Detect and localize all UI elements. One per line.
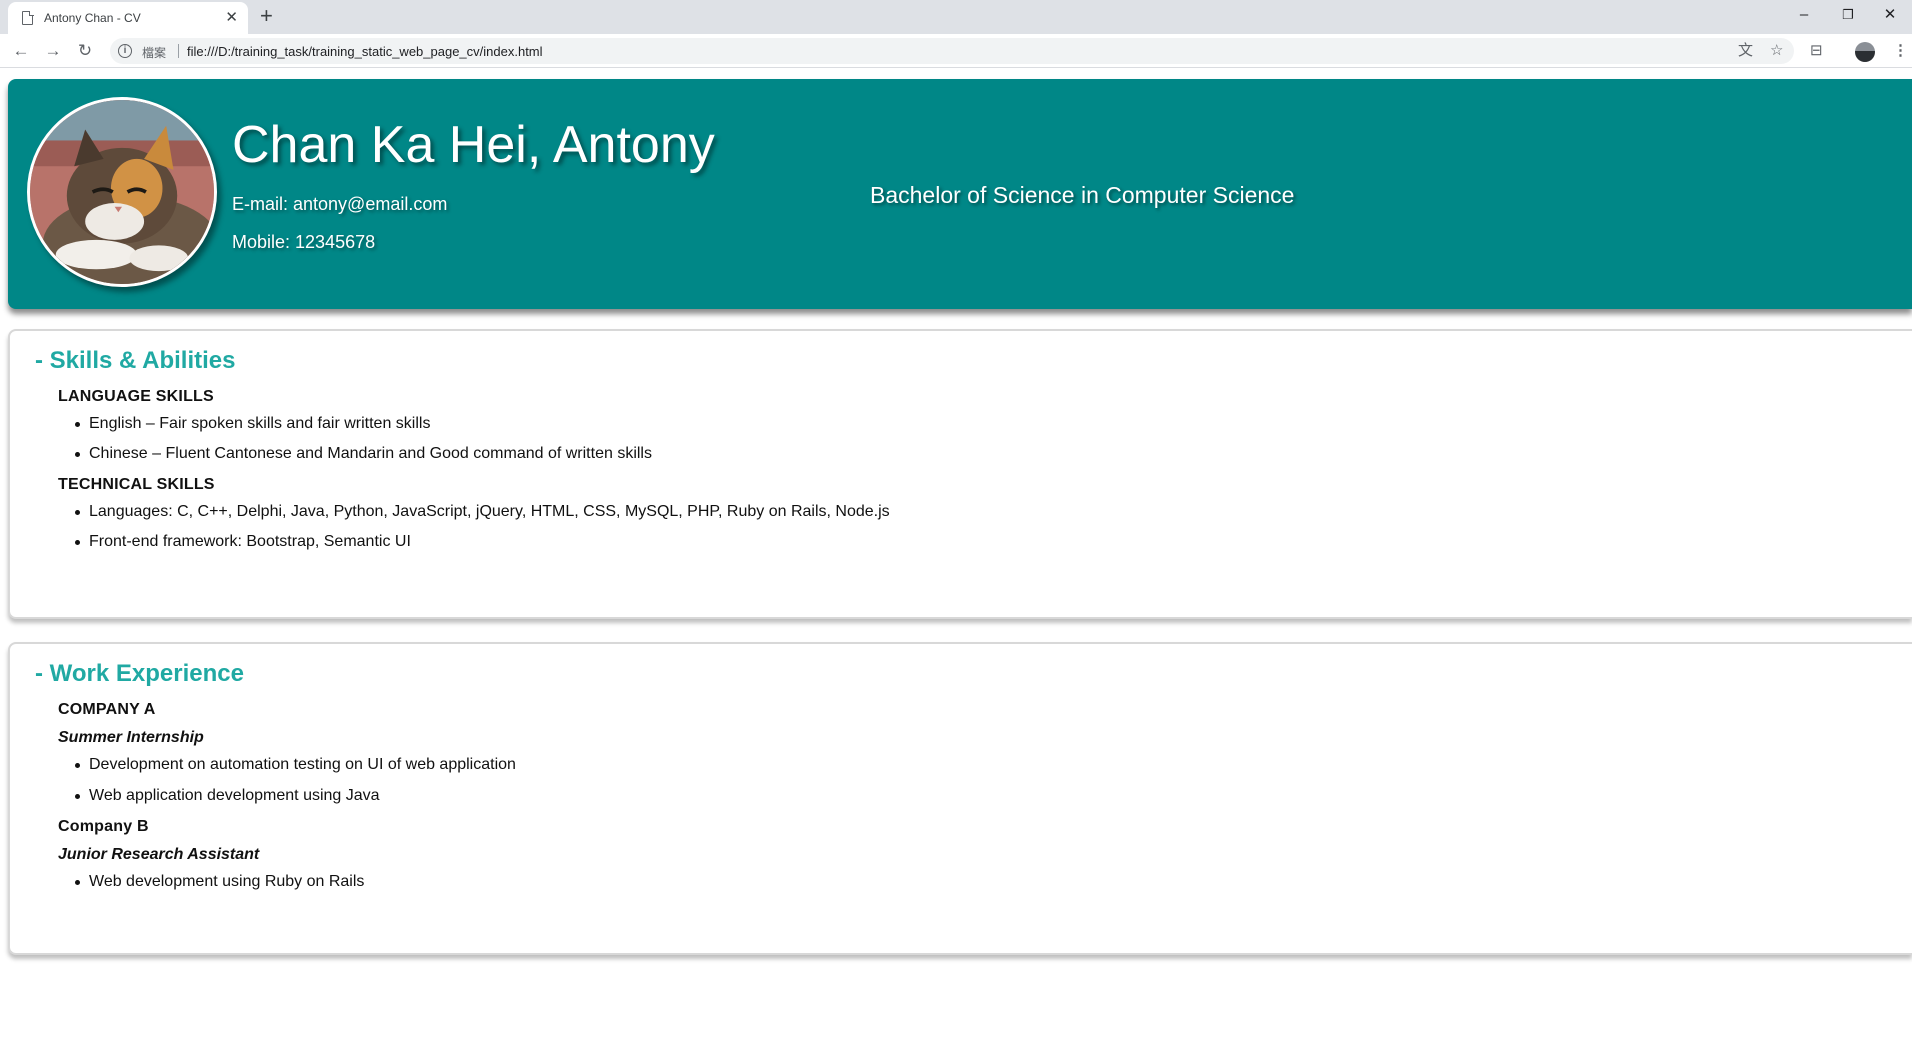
list-item: Development on automation testing on UI … xyxy=(75,756,516,773)
cv-header: Chan Ka Hei, Antony E-mail: antony@email… xyxy=(8,79,1912,309)
new-tab-button[interactable]: + xyxy=(260,3,273,29)
contact-email: E-mail: antony@email.com xyxy=(232,194,448,214)
cv-name: Chan Ka Hei, Antony xyxy=(232,116,715,174)
language-skills-heading: LANGUAGE SKILLS xyxy=(58,388,214,405)
restore-button[interactable]: ❐ xyxy=(1826,2,1870,28)
tab-title: Antony Chan - CV xyxy=(44,11,141,25)
list-item: Front-end framework: Bootstrap, Semantic… xyxy=(75,533,411,550)
cv-page: Chan Ka Hei, Antony E-mail: antony@email… xyxy=(0,69,1912,1040)
browser-toolbar: ← → ↻ i 檔案 file:///D:/training_task/trai… xyxy=(0,34,1912,68)
profile-photo xyxy=(27,97,217,287)
list-item: Chinese – Fluent Cantonese and Mandarin … xyxy=(75,445,652,462)
job-role: Summer Internship xyxy=(58,729,204,746)
tab-strip: Antony Chan - CV ✕ + – ❐ ✕ xyxy=(0,0,1912,34)
section-title-work: - Work Experience xyxy=(35,660,244,687)
forward-button[interactable]: → xyxy=(41,39,65,63)
close-tab-icon[interactable]: ✕ xyxy=(225,9,238,27)
back-button[interactable]: ← xyxy=(9,39,33,63)
address-bar[interactable]: i 檔案 file:///D:/training_task/training_s… xyxy=(110,38,1794,64)
browser-tab[interactable]: Antony Chan - CV ✕ xyxy=(8,2,248,34)
divider xyxy=(178,44,179,58)
star-icon[interactable]: ☆ xyxy=(1770,42,1783,60)
section-title-skills: - Skills & Abilities xyxy=(35,347,236,374)
minimize-button[interactable]: – xyxy=(1782,2,1826,28)
close-window-button[interactable]: ✕ xyxy=(1868,2,1912,28)
job-role: Junior Research Assistant xyxy=(58,846,260,863)
site-info-label: 檔案 xyxy=(142,46,167,60)
skills-section: - Skills & Abilities LANGUAGE SKILLS Eng… xyxy=(8,329,1912,619)
browser-chrome: Antony Chan - CV ✕ + – ❐ ✕ ← → ↻ i 檔案 fi… xyxy=(0,0,1912,68)
translate-icon[interactable]: 文 xyxy=(1738,42,1753,60)
company-name: Company B xyxy=(58,818,149,835)
url-text[interactable]: file:///D:/training_task/training_static… xyxy=(187,44,543,59)
degree-title: Bachelor of Science in Computer Science xyxy=(870,182,1295,208)
menu-icon[interactable]: ⋮ xyxy=(1893,40,1908,62)
work-section: - Work Experience COMPANY A Summer Inter… xyxy=(8,642,1912,955)
company-name: COMPANY A xyxy=(58,701,156,718)
list-item: Languages: C, C++, Delphi, Java, Python,… xyxy=(75,503,890,520)
technical-skills-heading: TECHNICAL SKILLS xyxy=(58,476,215,493)
page-icon xyxy=(22,10,34,25)
list-item: English – Fair spoken skills and fair wr… xyxy=(74,415,431,432)
contact-mobile: Mobile: 12345678 xyxy=(232,232,376,252)
reload-button[interactable]: ↻ xyxy=(73,39,97,63)
list-item: Web application development using Java xyxy=(75,787,380,804)
info-icon[interactable]: i xyxy=(118,44,132,58)
list-item: Web development using Ruby on Rails xyxy=(74,873,365,890)
profile-avatar[interactable] xyxy=(1855,42,1875,62)
extension-icon[interactable]: ⊟ xyxy=(1810,40,1823,62)
